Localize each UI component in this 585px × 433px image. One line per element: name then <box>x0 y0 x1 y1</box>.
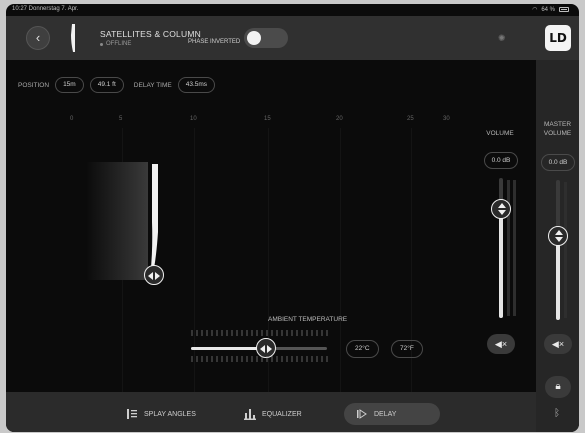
app-window: 10:27 Donnerstag 7. Apr. ◠ 64 % ‹ SATELL… <box>6 4 579 432</box>
master-mute-button[interactable]: ◀× <box>544 334 572 354</box>
position-label: POSITION <box>18 81 50 89</box>
position-meters-field[interactable]: 15m <box>55 77 84 93</box>
volume-meter-right <box>513 180 516 316</box>
phase-inverted-toggle[interactable] <box>244 28 288 48</box>
temperature-scale-bottom <box>191 356 328 362</box>
chevron-left-icon: ‹ <box>35 30 41 45</box>
brand-logo[interactable]: LD <box>545 25 571 51</box>
ruler-tick: 10 <box>190 116 197 122</box>
temperature-fahrenheit-field[interactable]: 72°F <box>391 340 423 358</box>
speaker-position-handle[interactable] <box>144 265 164 285</box>
parameter-row: POSITION 15m 49.1 ft DELAY TIME 43.5ms <box>18 77 216 93</box>
speaker-mute-icon: ◀× <box>551 339 565 349</box>
master-panel: MASTER VOLUME 0.0 dB ◀× 🔒︎ ᛒ <box>536 60 579 432</box>
battery-icon <box>559 7 569 12</box>
temperature-celsius-field[interactable]: 22°C <box>346 340 379 358</box>
bluetooth-icon[interactable]: ᛒ <box>554 408 560 419</box>
device-status: OFFLINE <box>100 41 131 47</box>
ruler-tick: 20 <box>336 116 343 122</box>
tab-label: SPLAY ANGLES <box>144 410 196 418</box>
volume-label: VOLUME <box>486 130 514 137</box>
master-meter <box>564 182 567 318</box>
master-fader-fill <box>556 236 560 320</box>
tab-splay-angles[interactable]: SPLAY ANGLES <box>114 403 208 425</box>
tab-equalizer[interactable]: EQUALIZER <box>232 403 314 425</box>
delay-icon <box>357 409 367 419</box>
ruler-tick: 30 <box>443 116 450 122</box>
device-title: SATELLITES & COLUMN <box>100 29 201 39</box>
status-right: ◠ 64 % <box>532 6 569 13</box>
device-status-label: OFFLINE <box>106 41 132 47</box>
temperature-slider-fill <box>191 347 266 350</box>
brand-area: LD <box>536 16 579 60</box>
lock-button[interactable]: 🔒︎ <box>545 376 571 398</box>
back-button[interactable]: ‹ <box>26 26 50 50</box>
ruler-tick: 5 <box>119 116 123 122</box>
master-volume-label: MASTER VOLUME <box>543 121 572 137</box>
tab-delay[interactable]: DELAY <box>344 403 440 425</box>
ambient-temperature-label: AMBIENT TEMPERATURE <box>268 316 348 323</box>
grid-line <box>340 128 341 398</box>
bottom-tab-bar: SPLAY ANGLES EQUALIZER DELAY <box>6 392 536 432</box>
ruler-tick: 0 <box>70 116 74 122</box>
volume-fader-handle[interactable] <box>491 198 511 219</box>
volume-value[interactable]: 0.0 dB <box>484 152 518 169</box>
delay-time-label: DELAY TIME <box>133 81 172 89</box>
tab-label: DELAY <box>374 410 397 418</box>
wifi-icon: ◠ <box>532 7 538 13</box>
status-bar: 10:27 Donnerstag 7. Apr. ◠ 64 % <box>6 4 579 16</box>
sun-icon[interactable]: ✺ <box>498 33 508 43</box>
status-dot-icon <box>100 42 103 46</box>
speaker-mute-icon: ◀× <box>494 339 508 349</box>
equalizer-icon <box>244 409 256 420</box>
phase-inverted-label: PHASE INVERTED <box>188 39 241 45</box>
volume-mute-button[interactable]: ◀× <box>487 334 515 354</box>
position-feet-field[interactable]: 49.1 ft <box>89 77 124 93</box>
temperature-slider-handle[interactable] <box>255 338 276 358</box>
ruler-tick: 25 <box>407 116 414 122</box>
splay-angles-icon <box>127 409 137 419</box>
temperature-scale-top <box>191 330 328 336</box>
delay-time-field[interactable]: 43.5ms <box>177 77 216 93</box>
toggle-knob <box>247 31 261 45</box>
volume-fader-fill <box>499 208 503 318</box>
status-time: 10:27 Donnerstag 7. Apr. <box>12 6 79 12</box>
speaker-coverage-shape <box>86 162 158 280</box>
master-fader-handle[interactable] <box>548 226 568 246</box>
lock-icon: 🔒︎ <box>555 381 561 392</box>
tab-label: EQUALIZER <box>262 410 302 418</box>
header-bar: ‹ SATELLITES & COLUMN OFFLINE PHASE INVE… <box>6 16 536 60</box>
column-speaker-icon <box>71 24 75 52</box>
ruler-tick: 15 <box>264 116 271 122</box>
master-volume-value[interactable]: 0.0 dB <box>541 154 575 171</box>
battery-percent: 64 % <box>541 6 555 13</box>
